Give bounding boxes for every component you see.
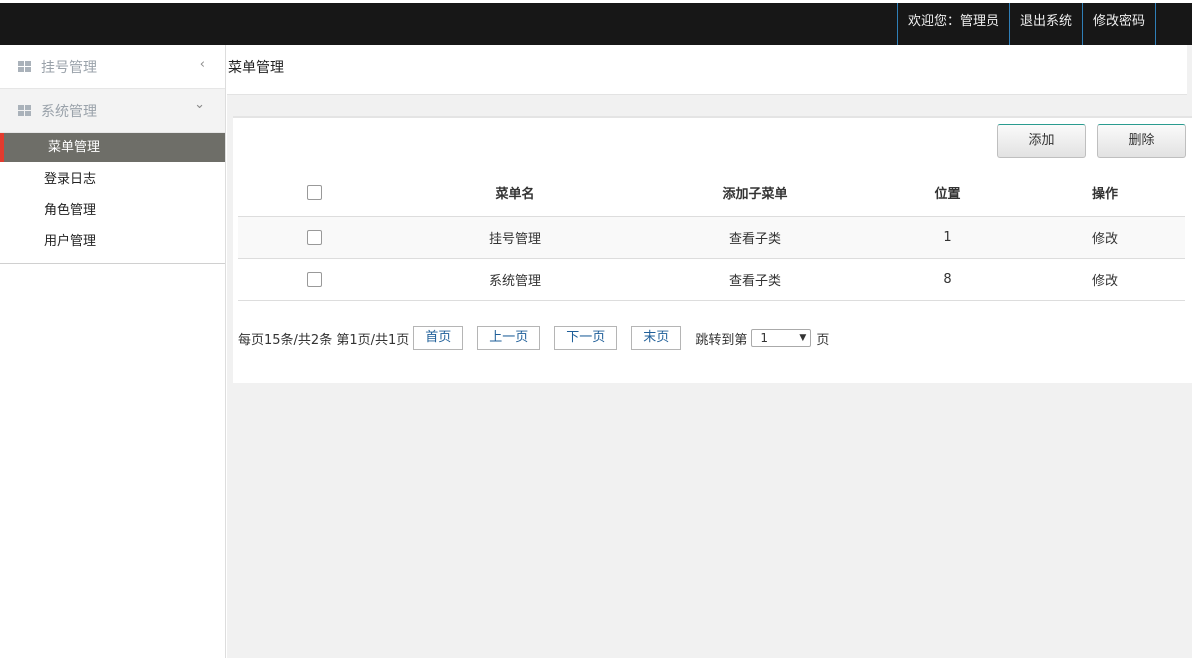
sidebar-item-login-log[interactable]: 登录日志 [0,164,225,195]
edit-link[interactable]: 修改 [1025,258,1185,301]
add-button[interactable]: 添加 [997,124,1086,158]
page-unit-label: 页 [816,332,830,348]
select-all-checkbox[interactable] [306,185,322,201]
top-links: 欢迎您：管理员 退出系统 修改密码 [896,3,1156,45]
last-page-button[interactable]: 末页 [631,326,682,350]
header-actions: 操作 [1025,170,1185,217]
row-position: 8 [870,258,1025,301]
header-position: 位置 [870,170,1025,217]
breadcrumb: 菜单管理 [227,45,1187,95]
prev-page-button[interactable]: 上一页 [477,326,541,350]
table-row: 系统管理 查看子类 8 修改 [238,258,1185,301]
sidebar-item-menu-management[interactable]: 菜单管理 [0,133,225,162]
select-all-cell [238,170,390,217]
sidebar-sub-list: 菜单管理 登录日志 角色管理 用户管理 [0,133,225,264]
pagination-summary: 每页15条/共2条 第1页/共1页 [238,332,410,348]
menu-panel: 添加 删除 菜单名 添加子菜单 位置 操作 挂号管理 查看子类 1 修改 系统管… [233,116,1192,383]
toolbar: 添加 删除 [997,124,1186,158]
row-menu-name: 系统管理 [390,258,640,301]
sidebar: 挂号管理 ‹ 系统管理 ⌄ 菜单管理 登录日志 角色管理 用户管理 [0,45,226,658]
next-page-button[interactable]: 下一页 [554,326,618,350]
row-menu-name: 挂号管理 [390,216,640,259]
row-select-cell [238,258,390,301]
sidebar-group-label: 挂号管理 [41,59,97,76]
menu-table: 菜单名 添加子菜单 位置 操作 挂号管理 查看子类 1 修改 系统管理 查看子类… [238,170,1185,301]
view-subcategory-link[interactable]: 查看子类 [640,216,870,259]
top-bar: 欢迎您：管理员 退出系统 修改密码 [0,3,1192,45]
sidebar-item-role-management[interactable]: 角色管理 [0,195,225,226]
sidebar-group-system[interactable]: 系统管理 ⌄ [0,89,225,133]
dropdown-arrow-icon: ▼ [799,333,807,343]
row-checkbox[interactable] [306,271,322,287]
chevron-down-icon: ⌄ [194,97,205,112]
logout-link[interactable]: 退出系统 [1010,3,1083,45]
chevron-left-icon: ‹ [199,57,205,72]
pagination: 每页15条/共2条 第1页/共1页 首页 上一页 下一页 末页 跳转到第 1 ▼… [238,326,829,350]
main-content: 菜单管理 添加 删除 菜单名 添加子菜单 位置 操作 挂号管理 查看子类 1 修… [227,45,1192,658]
row-select-cell [238,216,390,259]
first-page-button[interactable]: 首页 [413,326,464,350]
grid-icon [18,60,32,73]
sidebar-item-user-management[interactable]: 用户管理 [0,226,225,257]
welcome-user: 欢迎您：管理员 [898,3,1010,45]
row-position: 1 [870,216,1025,259]
edit-link[interactable]: 修改 [1025,216,1185,259]
delete-button[interactable]: 删除 [1097,124,1186,158]
header-add-submenu: 添加子菜单 [640,170,870,217]
jump-label: 跳转到第 [695,332,748,348]
table-header-row: 菜单名 添加子菜单 位置 操作 [238,170,1185,217]
table-row: 挂号管理 查看子类 1 修改 [238,216,1185,259]
page-select-value: 1 [760,331,768,345]
header-menu-name: 菜单名 [390,170,640,217]
page-select[interactable]: 1 ▼ [751,329,812,347]
grid-icon [18,104,32,117]
row-checkbox[interactable] [306,229,322,245]
change-password-link[interactable]: 修改密码 [1083,3,1156,45]
sidebar-group-label: 系统管理 [41,103,97,120]
view-subcategory-link[interactable]: 查看子类 [640,258,870,301]
sidebar-group-registration[interactable]: 挂号管理 ‹ [0,45,225,89]
